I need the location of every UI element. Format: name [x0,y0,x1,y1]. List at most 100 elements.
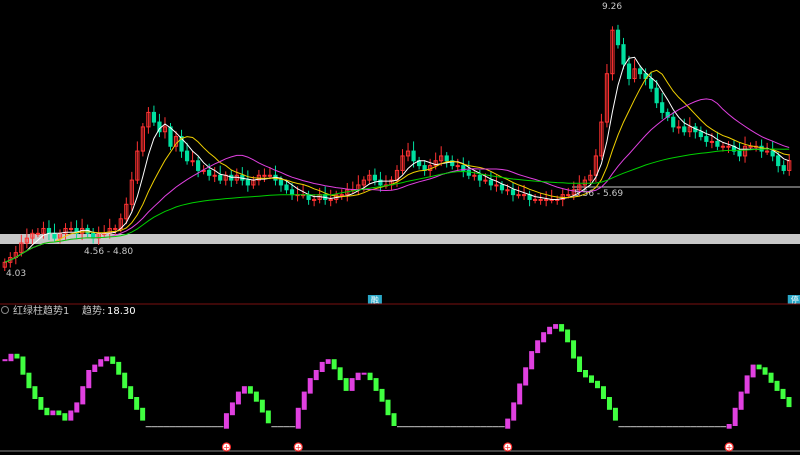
trend-bar [92,364,98,372]
trend-bar [577,356,583,372]
trend-bar [247,386,253,394]
indicator-title: 红绿柱趋势1 [13,304,69,317]
trend-bar [786,397,792,408]
candle [737,150,742,157]
trend-bar [529,351,535,370]
candle [521,194,527,197]
candle [472,174,477,177]
candle [411,150,416,162]
candle [538,198,543,201]
candle [477,174,482,181]
trend-bar [750,364,756,378]
trend-bar [128,386,134,399]
moving-average-lines [4,56,790,263]
candle [267,174,273,177]
trend-bar [571,340,577,359]
indicator-settings-icon[interactable] [1,306,9,314]
candle [626,63,632,80]
candle [245,179,250,186]
trend-bar [355,372,361,381]
candle [676,126,681,129]
candle [284,184,289,191]
candle [660,102,665,113]
candle [781,165,786,171]
svg-text:融: 融 [371,295,379,305]
trend-bar [391,413,397,426]
candle [698,131,703,138]
trend-bar [367,372,373,381]
trend-bar [235,391,241,405]
price-panel[interactable]: 9.26 4.03 4.56 - 4.80 5.56 - 5.69 [0,2,800,279]
candle [190,160,195,163]
trend-bar [756,364,762,370]
trend-bar [259,399,265,413]
trend-bar [517,383,523,405]
candle [704,136,709,142]
trend-bar [20,356,26,375]
trend-bar [343,378,349,391]
candle [516,194,521,197]
trend-bar [74,402,80,413]
buy-signal-icon-glyph: + [295,443,302,452]
trend-bar [612,407,618,421]
trend-bar [56,410,62,416]
trend-bar [505,418,511,429]
trend-bar [241,386,247,394]
trend-bar [373,378,379,391]
trend-bar [606,397,612,410]
trend-bar [349,378,355,391]
candle [621,44,626,65]
candle [499,184,505,191]
trend-bar [26,372,32,389]
candle [566,194,571,197]
trend-bar [116,361,122,375]
candle [444,155,449,162]
buy-signal-icon-glyph: + [504,443,511,452]
candle [654,87,659,104]
candle [339,194,344,197]
trend-bar [14,353,20,359]
candle [615,29,621,46]
candle [372,174,378,181]
svg-text:停: 停 [791,295,799,305]
candle [494,184,499,187]
candle [46,227,52,234]
trend-bar [2,359,8,362]
indicator-panel[interactable]: 红绿柱趋势1 趋势: 18.30 + + + + [0,304,800,452]
candle [505,189,510,192]
high-price-label: 9.26 [602,2,622,12]
trend-bar [583,370,589,378]
trend-bar [86,370,92,389]
candle [544,198,549,201]
trend-bar [511,402,517,421]
trend-bar [559,324,565,332]
trend-bar [223,413,229,429]
candle [151,111,157,123]
indicator-value: 18.30 [107,306,136,317]
trend-bar [253,391,259,402]
trend-bar [379,388,385,402]
trend-bar [523,367,529,386]
candle [68,227,74,230]
trend-bar [122,372,128,389]
trend-bar [110,356,116,364]
candle [35,232,41,235]
candle [682,126,687,133]
candle [466,169,471,176]
candle [184,150,190,162]
trend-bar [38,397,44,410]
event-marker: 停 [787,295,800,305]
candle [720,145,726,148]
trend-bar [361,372,367,375]
trend-bar [68,410,74,421]
candle [212,174,217,177]
trend-bar [331,359,337,370]
buy-signal-icon-glyph: + [726,443,733,452]
trend-bar [541,332,547,343]
trend-bar [295,407,301,429]
candle [709,140,714,143]
candle [207,169,212,176]
trend-bar [62,413,68,421]
candle [289,189,295,196]
trend-bar [301,391,307,410]
